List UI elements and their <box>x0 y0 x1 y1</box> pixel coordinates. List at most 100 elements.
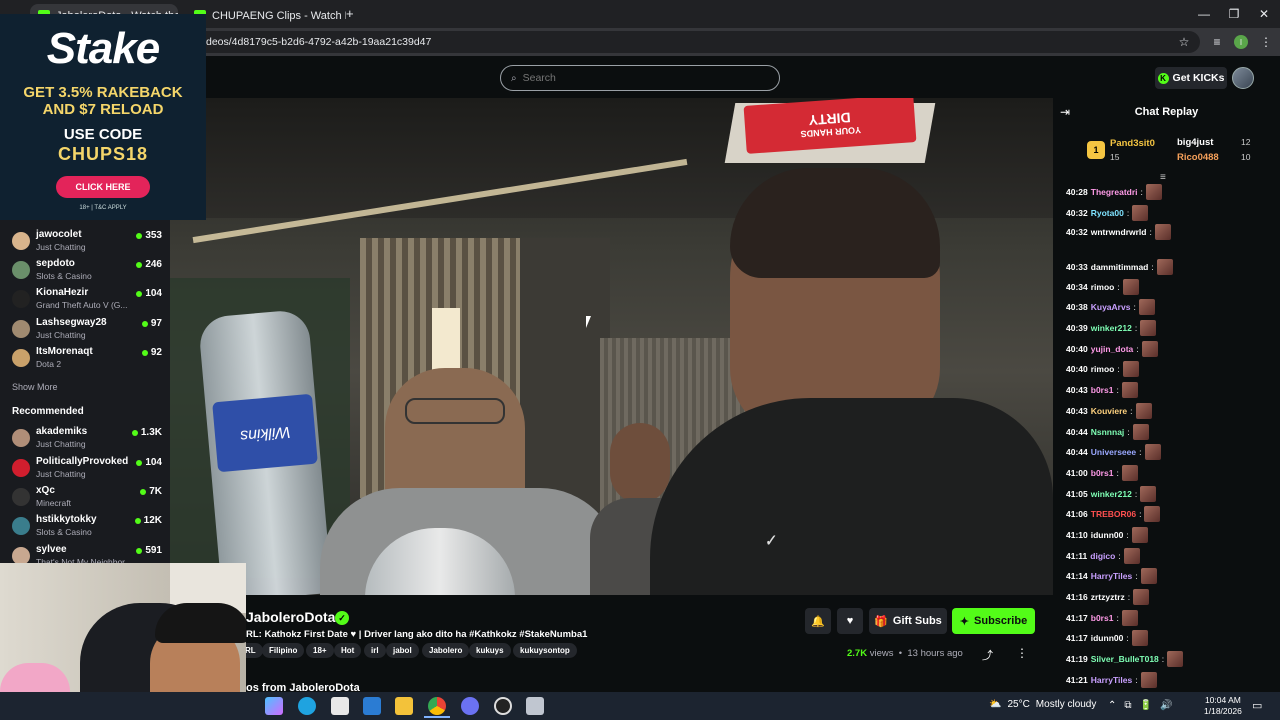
chat-username[interactable]: KuyaArvs <box>1091 302 1131 312</box>
close-window-button[interactable]: ✕ <box>1248 0 1280 28</box>
video-player[interactable]: DIRTY YOUR HANDS Wilkins ✓ <box>170 98 1053 595</box>
sidebar-channel[interactable]: Lashsegway28 Just Chatting 97 <box>12 316 162 344</box>
chat-username[interactable]: zrtzyztrz <box>1091 592 1125 602</box>
chat-username[interactable]: Thegreatdri <box>1091 187 1138 197</box>
emote-icon <box>1131 527 1148 543</box>
chat-username[interactable]: TREBOR06 <box>1091 509 1136 519</box>
chat-username[interactable]: digico <box>1090 551 1115 561</box>
chat-username[interactable]: yujin_dota <box>1091 344 1134 354</box>
ad-click-here-button[interactable]: CLICK HERE <box>56 176 150 198</box>
notification-icon[interactable]: ▭ <box>1252 699 1262 712</box>
bookmark-star-icon[interactable]: ☆ <box>1173 31 1195 53</box>
settings-icon[interactable] <box>526 697 544 715</box>
search-box[interactable]: ⌕ <box>500 65 780 91</box>
follow-button[interactable]: ♥ <box>837 608 863 634</box>
sidebar-channel[interactable]: KionaHezir Grand Theft Auto V (G... 104 <box>12 286 162 314</box>
tab-chupaeng[interactable]: CHUPAENG Clips - Watch Live ✕ <box>186 4 346 28</box>
system-tray[interactable]: ⌃⧉🔋🔊 <box>1108 700 1180 711</box>
weather-widget[interactable]: ⛅ 25°C Mostly cloudy <box>989 699 1096 710</box>
chat-timestamp: 40:32 <box>1066 208 1088 218</box>
stake-ad[interactable]: Stake GET 3.5% RAKEBACK AND $7 RELOAD USE… <box>0 14 206 220</box>
emote-icon <box>1141 341 1158 357</box>
chat-username[interactable]: rimoo <box>1091 364 1115 374</box>
channel-name[interactable]: JaboleroDota <box>246 609 335 625</box>
emote-icon <box>1167 651 1184 667</box>
gift-subs-button[interactable]: 🎁 Gift Subs <box>869 608 947 634</box>
chat-timestamp: 40:38 <box>1066 302 1088 312</box>
chat-message: 40:39 winker212: <box>1066 320 1157 336</box>
chrome-icon[interactable] <box>428 697 446 715</box>
chat-username[interactable]: dammitimmad <box>1091 262 1149 272</box>
chat-username[interactable]: Silver_BulleT018 <box>1091 654 1159 664</box>
chat-username[interactable]: b0rs1 <box>1091 385 1114 395</box>
chat-username[interactable]: wntrwndrwrld <box>1091 227 1147 237</box>
chat-username[interactable]: idunn00 <box>1091 530 1124 540</box>
new-tab-button[interactable]: + <box>346 6 354 21</box>
subscribe-button[interactable]: ✦ Subscribe <box>952 608 1035 634</box>
tag-chip[interactable]: 18+ <box>306 643 334 658</box>
copilot-icon[interactable] <box>265 697 283 715</box>
chat-username[interactable]: Kouviere <box>1091 406 1127 416</box>
bell-icon: 🔔 <box>811 615 825 628</box>
sidebar-channel[interactable]: jawocolet Just Chatting 353 <box>12 228 162 256</box>
discord-icon[interactable] <box>461 697 479 715</box>
tag-chip[interactable]: irl <box>364 643 386 658</box>
leader-name[interactable]: big4just <box>1177 137 1213 148</box>
search-input[interactable] <box>522 72 743 84</box>
sidebar-channel[interactable]: akademiks Just Chatting 1.3K <box>12 425 162 453</box>
chat-timestamp: 40:28 <box>1066 187 1088 197</box>
chat-username[interactable]: Universeee <box>1091 447 1136 457</box>
chat-username[interactable]: Ryota00 <box>1091 208 1124 218</box>
chat-username[interactable]: winker212 <box>1091 323 1132 333</box>
user-avatar[interactable] <box>1232 67 1254 89</box>
file-explorer-icon[interactable] <box>395 697 413 715</box>
more-options-icon[interactable]: ⋮ <box>1016 646 1028 660</box>
sidebar-channel[interactable]: ItsMorenaqt Dota 2 92 <box>12 345 162 373</box>
chat-timestamp: 40:43 <box>1066 385 1088 395</box>
tag-chip[interactable]: Hot <box>334 643 362 658</box>
chat-username[interactable]: HarryTiles <box>1091 675 1132 685</box>
share-icon[interactable]: ⤴ <box>982 647 993 663</box>
emote-icon <box>1138 299 1155 315</box>
sidebar-channel[interactable]: xQc Minecraft 7K <box>12 484 162 512</box>
leader-name[interactable]: Pand3sit0 <box>1110 138 1155 149</box>
clock[interactable]: 10:04 AM 1/18/2026 <box>1204 695 1242 717</box>
emote-icon <box>1144 506 1161 522</box>
get-kicks-button[interactable]: K Get KICKs <box>1155 67 1227 89</box>
chat-username[interactable]: b0rs1 <box>1091 468 1114 478</box>
chat-message: 41:05 winker212: <box>1066 486 1157 502</box>
tag-chip[interactable]: Filipino <box>262 643 305 658</box>
chat-username[interactable]: idunn00 <box>1091 633 1124 643</box>
expand-leaderboard-icon[interactable]: ≡ <box>1160 172 1166 183</box>
reading-list-icon[interactable]: ≡ <box>1206 31 1228 53</box>
tag-chip[interactable]: kukuys <box>469 643 511 658</box>
store-icon[interactable] <box>331 697 349 715</box>
emote-icon <box>1121 610 1138 626</box>
sidebar-channel[interactable]: sepdoto Slots & Casino 246 <box>12 257 162 285</box>
tag-chip[interactable]: jabol <box>386 643 419 658</box>
avatar <box>12 261 30 279</box>
sidebar-channel[interactable]: PoliticallyProvoked Just Chatting 104 <box>12 455 162 483</box>
minimize-button[interactable]: — <box>1188 0 1220 28</box>
obs-icon[interactable] <box>494 697 512 715</box>
address-field[interactable]: deos/4d8179c5-b2d6-4792-a42b-19aa21c39d4… <box>190 31 1200 53</box>
chat-username[interactable]: rimoo <box>1091 282 1115 292</box>
emote-icon <box>1132 205 1149 221</box>
edge-icon[interactable] <box>298 697 316 715</box>
chat-username[interactable]: winker212 <box>1091 489 1132 499</box>
chrome-menu-icon[interactable]: ⋮ <box>1255 31 1277 53</box>
chat-username[interactable]: Nsnnnaj <box>1091 427 1125 437</box>
maximize-button[interactable]: ❐ <box>1218 0 1250 28</box>
show-more-link[interactable]: Show More <box>12 382 58 392</box>
notification-bell-button[interactable]: 🔔 <box>805 608 831 634</box>
sidebar-channel[interactable]: hstikkytokky Slots & Casino 12K <box>12 513 162 541</box>
bottle-label: Wilkins <box>212 393 318 473</box>
tag-chip[interactable]: Jabolero <box>422 643 470 658</box>
tag-chip[interactable]: kukuysontop <box>513 643 577 658</box>
chat-message: 40:44 Universeee: <box>1066 444 1161 460</box>
leader-name[interactable]: Rico0488 <box>1177 152 1219 163</box>
profile-icon[interactable]: I <box>1230 31 1252 53</box>
chat-username[interactable]: b0rs1 <box>1091 613 1114 623</box>
chat-username[interactable]: HarryTiles <box>1091 571 1132 581</box>
mail-icon[interactable] <box>363 697 381 715</box>
